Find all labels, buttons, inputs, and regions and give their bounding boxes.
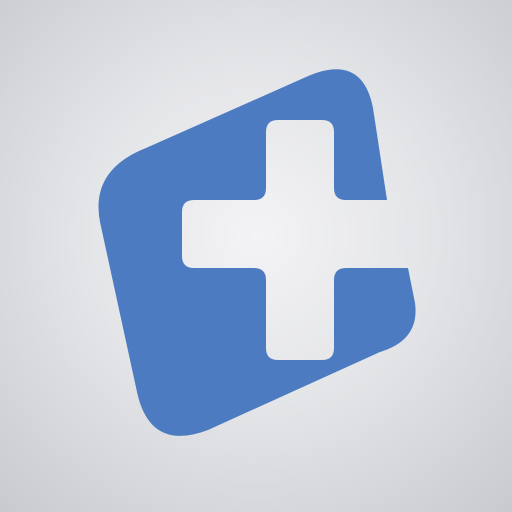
medical-cross-logo-icon <box>98 69 416 436</box>
app-icon <box>0 0 512 512</box>
